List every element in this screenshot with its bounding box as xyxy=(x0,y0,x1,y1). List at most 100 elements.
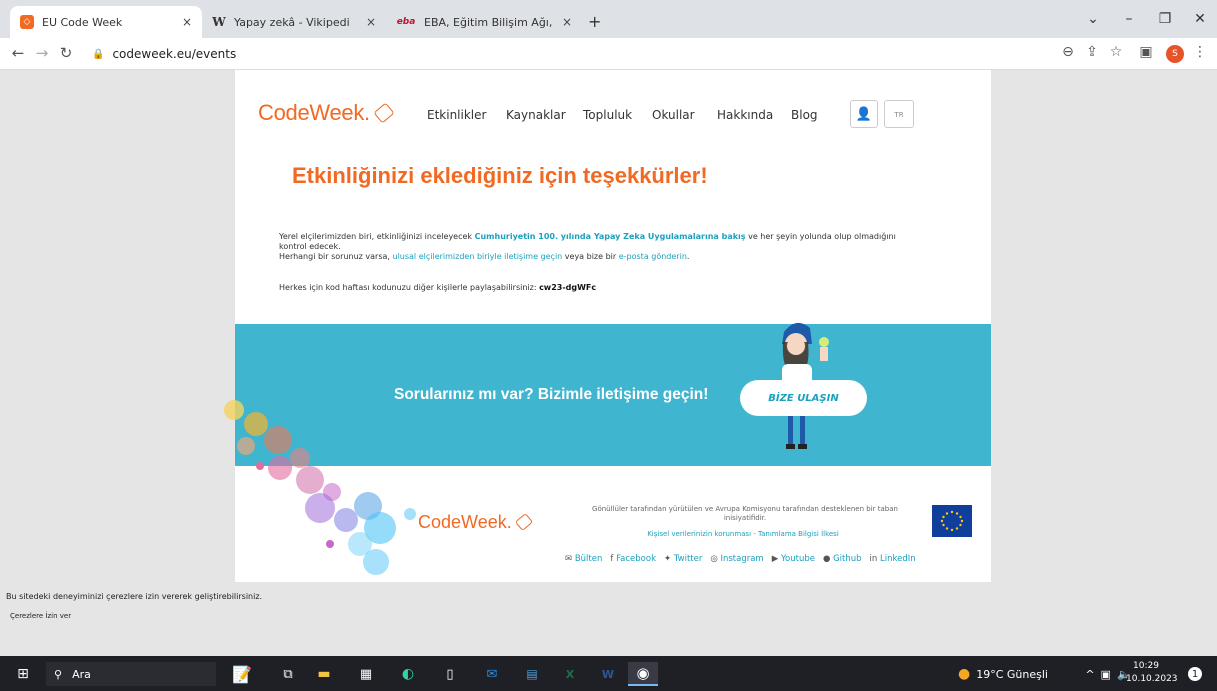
social-twitter[interactable]: ✦ Twitter xyxy=(664,554,702,564)
label: Instagram xyxy=(720,554,764,564)
photos-icon[interactable]: ▤ xyxy=(520,662,544,686)
email-link[interactable]: e-posta gönderin xyxy=(619,252,687,261)
social-links: ✉ Bülten f Facebook ✦ Twitter ◎ Instagra… xyxy=(565,554,916,564)
tab-codeweek[interactable]: ◇ EU Code Week × xyxy=(10,6,202,38)
social-linkedin[interactable]: in LinkedIn xyxy=(870,554,916,564)
social-instagram[interactable]: ◎ Instagram xyxy=(710,554,763,564)
windows-start-icon[interactable]: ⊞ xyxy=(8,662,38,686)
url-text: codeweek.eu/events xyxy=(112,47,237,61)
close-tab-icon[interactable]: × xyxy=(366,15,376,29)
codeweek-favicon-icon: ◇ xyxy=(20,15,34,29)
label: Youtube xyxy=(780,554,815,564)
codeweek-logo[interactable]: CodeWeek. xyxy=(258,100,395,126)
clock[interactable]: 10:29 10.10.2023 xyxy=(1126,660,1178,686)
accept-cookies-button[interactable]: Çerezlere İzin ver xyxy=(10,612,71,620)
file-explorer-icon[interactable]: ▬ xyxy=(312,662,336,686)
text: veya bize bir xyxy=(562,252,619,261)
mail-app-icon[interactable]: ✉ xyxy=(480,662,504,686)
close-window-button[interactable]: ✕ xyxy=(1185,8,1215,30)
date: 10.10.2023 xyxy=(1126,674,1178,684)
event-code: cw23-dgWFc xyxy=(539,283,597,292)
user-icon[interactable]: 👤 xyxy=(850,100,878,128)
logo-tag-icon xyxy=(514,512,533,532)
social-facebook[interactable]: f Facebook xyxy=(610,554,656,564)
minimize-button[interactable]: – xyxy=(1114,8,1144,30)
ambassador-link[interactable]: ulusal elçilerimizden biriyle iletişime … xyxy=(393,252,563,261)
label: Github xyxy=(833,554,862,564)
tab-search-icon[interactable]: ⌄ xyxy=(1078,8,1108,30)
social-youtube[interactable]: ▶ Youtube xyxy=(772,554,815,564)
event-name: Cumhuriyetin 100. yılında Yapay Zeka Uyg… xyxy=(474,232,746,241)
weather-widget[interactable]: ● 19°C Güneşli xyxy=(958,662,1068,686)
store-icon[interactable]: ▦ xyxy=(354,662,378,686)
task-view-icon[interactable]: ⧉ xyxy=(276,662,300,686)
search-icon: ⚲ xyxy=(54,667,63,681)
time: 10:29 xyxy=(1133,661,1159,671)
lock-icon: 🔒 xyxy=(92,48,105,60)
tab-label: Yapay zekâ - Vikipedi xyxy=(234,15,350,29)
close-tab-icon[interactable]: × xyxy=(562,15,572,29)
nav-blog[interactable]: Blog xyxy=(791,108,818,122)
profile-avatar[interactable]: S xyxy=(1166,45,1184,63)
page-title: Etkinliğinizi eklediğiniz için teşekkürl… xyxy=(292,163,708,188)
text: Herhangi bir sorunuz varsa, xyxy=(279,252,393,261)
linkedin-icon: in xyxy=(869,554,878,564)
bookmark-star-icon[interactable]: ☆ xyxy=(1106,44,1126,60)
contact-us-button[interactable]: BİZE ULAŞIN xyxy=(740,380,867,416)
word-icon[interactable]: W xyxy=(596,662,620,686)
github-icon: ● xyxy=(822,554,831,564)
footer-logo[interactable]: CodeWeek. xyxy=(418,512,533,533)
label: Bülten xyxy=(574,554,603,564)
search-placeholder: Ara xyxy=(72,667,91,681)
youtube-icon: ▶ xyxy=(771,554,779,564)
bubbles-decoration xyxy=(224,400,416,575)
sun-icon: ● xyxy=(958,666,971,682)
text: Herkes için kod haftası kodunuzu diğer k… xyxy=(279,283,540,292)
address-bar[interactable]: 🔒 codeweek.eu/events xyxy=(88,42,1098,66)
contact-paragraph: Herhangi bir sorunuz varsa, ulusal elçil… xyxy=(279,252,919,262)
cookie-notice-text: Bu sitedeki deneyiminizi çerezlere izin … xyxy=(6,592,263,601)
widgets-icon[interactable]: 📝 xyxy=(212,662,272,686)
footer-policy-links[interactable]: Kişisel verilerinizin korunması - Tanıml… xyxy=(588,530,898,538)
label: Facebook xyxy=(616,554,657,564)
notification-count: 1 xyxy=(1188,667,1202,681)
nav-events[interactable]: Etkinlikler xyxy=(427,108,486,122)
new-tab-button[interactable]: + xyxy=(588,12,601,31)
reload-icon[interactable]: ↻ xyxy=(56,44,76,62)
network-icon: ▣ xyxy=(1100,667,1111,681)
tab-eba[interactable]: eba EBA, Eğitim Bilişim Ağı, Ders, Ha × xyxy=(386,6,582,38)
menu-kebab-icon[interactable]: ⋮ xyxy=(1190,44,1210,60)
review-paragraph: Yerel elçilerimizden biri, etkinliğinizi… xyxy=(279,232,919,252)
document-icon[interactable]: ▯ xyxy=(438,662,462,686)
chrome-icon[interactable]: ◉ xyxy=(628,662,658,686)
label: LinkedIn xyxy=(880,554,916,564)
banner-text: Sorularınız mı var? Bizimle iletişime ge… xyxy=(394,386,709,403)
nav-resources[interactable]: Kaynaklar xyxy=(506,108,566,122)
facebook-icon: f xyxy=(610,554,614,564)
notifications-icon[interactable]: 1 xyxy=(1182,662,1208,686)
logo-tag-icon xyxy=(373,102,395,124)
taskbar-search[interactable]: ⚲ Ara xyxy=(46,662,216,686)
excel-icon[interactable]: X xyxy=(558,662,582,686)
social-github[interactable]: ● Github xyxy=(823,554,862,564)
share-icon[interactable]: ⇪ xyxy=(1082,44,1102,60)
footer-description: Gönüllüler tarafından yürütülen ve Avrup… xyxy=(592,505,898,522)
nav-community[interactable]: Topluluk xyxy=(583,108,632,122)
social-newsletter[interactable]: ✉ Bülten xyxy=(565,554,602,564)
side-panel-icon[interactable]: ▣ xyxy=(1136,44,1156,60)
tab-label: EU Code Week xyxy=(42,15,123,29)
wikipedia-favicon-icon: W xyxy=(212,15,226,29)
language-selector[interactable]: TR xyxy=(884,100,914,128)
back-icon[interactable]: ← xyxy=(8,44,28,62)
nav-schools[interactable]: Okullar xyxy=(652,108,695,122)
zoom-icon[interactable]: ⊖ xyxy=(1058,44,1078,60)
eu-flag-icon xyxy=(932,505,972,537)
edge-icon[interactable]: ◐ xyxy=(396,662,420,686)
close-tab-icon[interactable]: × xyxy=(182,15,192,29)
nav-about[interactable]: Hakkında xyxy=(717,108,773,122)
restore-button[interactable]: ❐ xyxy=(1150,8,1180,30)
tab-wikipedia[interactable]: W Yapay zekâ - Vikipedi × xyxy=(202,6,386,38)
code-paragraph: Herkes için kod haftası kodunuzu diğer k… xyxy=(279,283,919,293)
twitter-icon: ✦ xyxy=(664,554,672,564)
forward-icon[interactable]: → xyxy=(32,44,52,62)
